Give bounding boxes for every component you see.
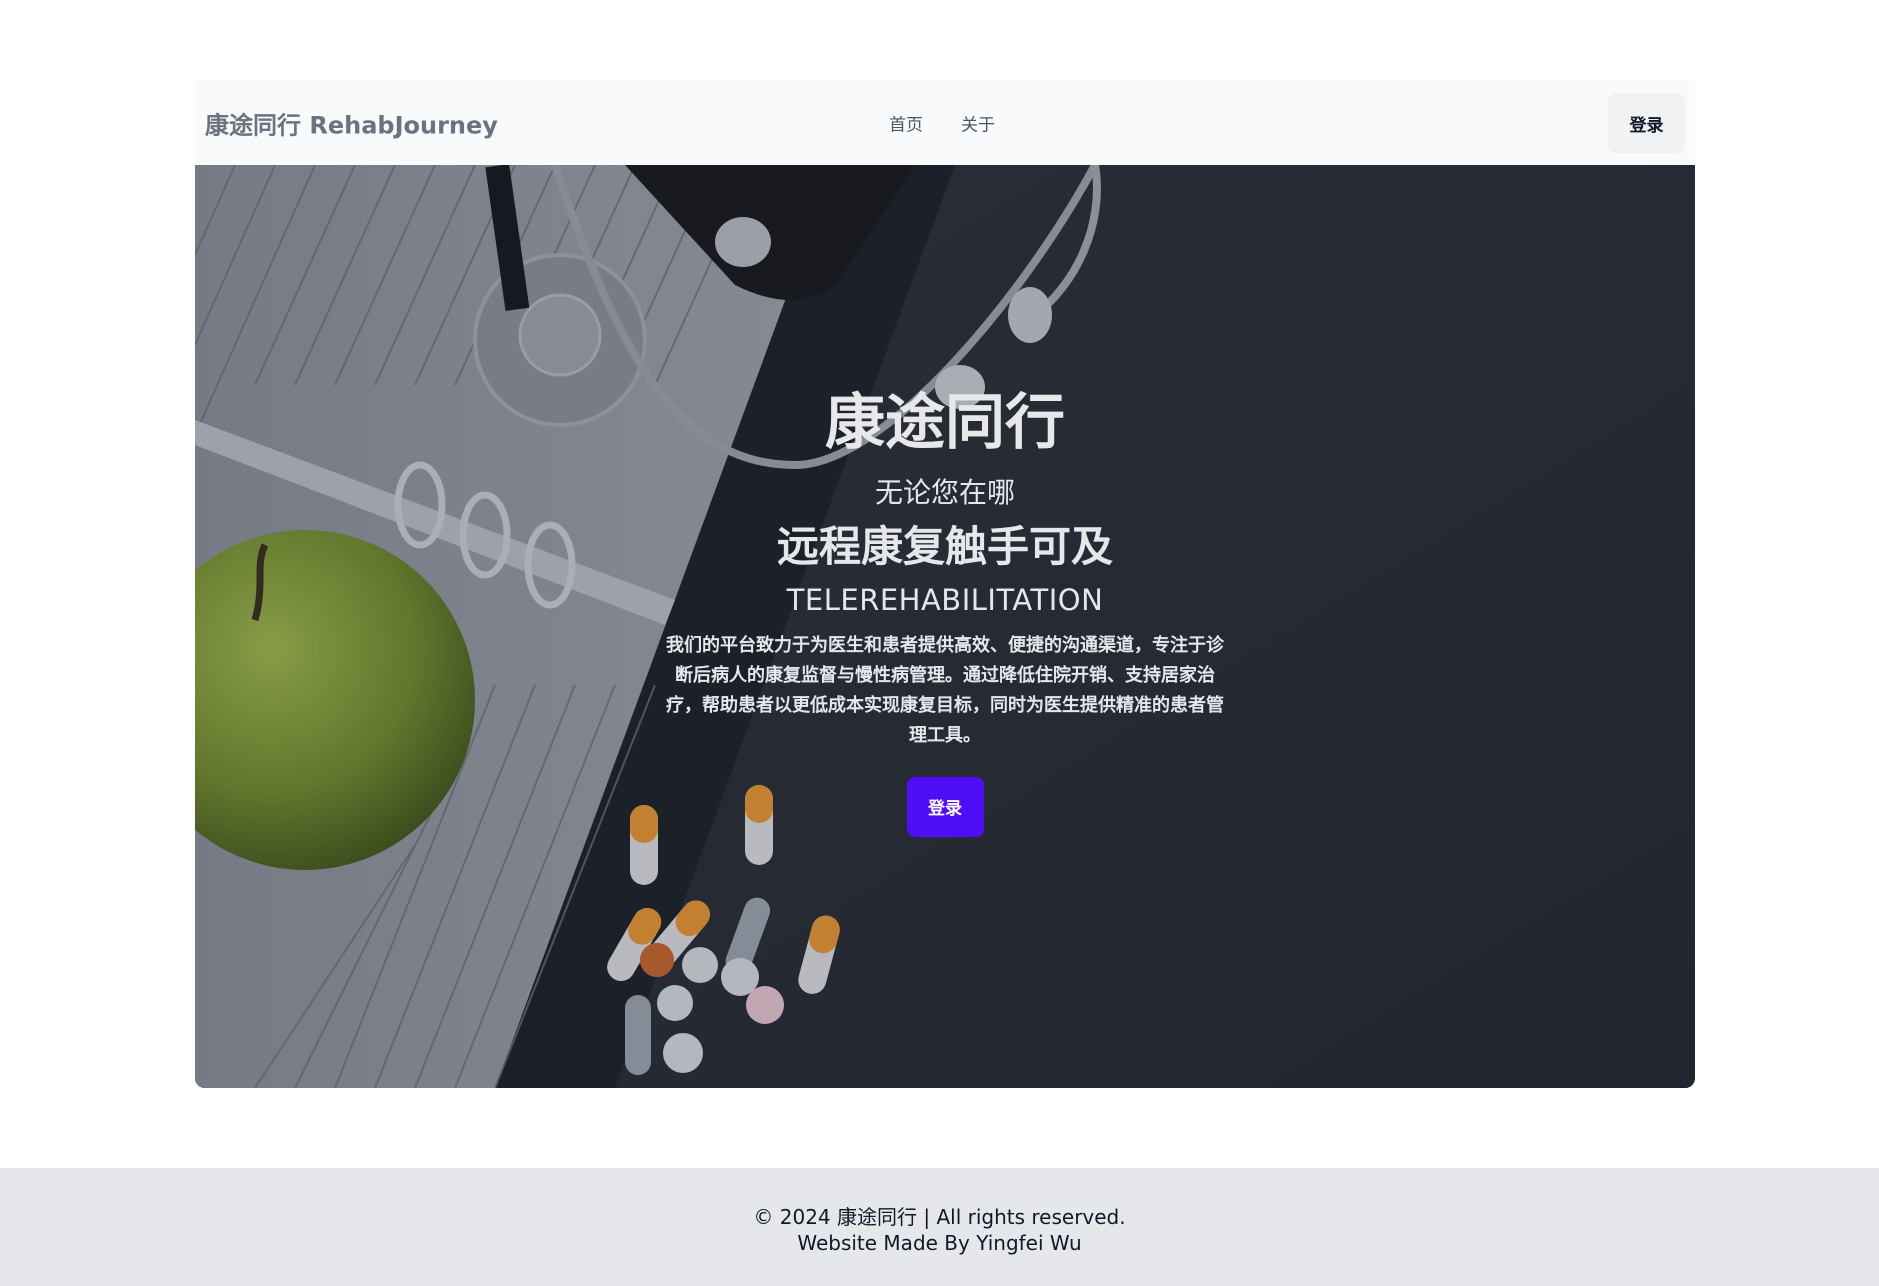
navbar-login-button[interactable]: 登录 [1608, 93, 1685, 153]
nav-link-home[interactable]: 首页 [889, 111, 923, 136]
hero-subtitle-tagline: 远程康复触手可及 [776, 521, 1113, 571]
footer-credit: Website Made By Yingfei Wu [797, 1231, 1082, 1255]
hero-subtitle-location: 无论您在哪 [874, 476, 1015, 509]
page: 康途同行 RehabJourney 首页 关于 登录 康途同行 无论您在哪 远程… [0, 0, 1879, 1286]
hero-description: 我们的平台致力于为医生和患者提供高效、便捷的沟通渠道，专注于诊断后病人的康复监督… [666, 634, 1224, 746]
navbar: 康途同行 RehabJourney 首页 关于 登录 [195, 80, 1695, 166]
nav-link-about[interactable]: 关于 [961, 111, 995, 136]
footer: © 2024 康途同行 | All rights reserved. Websi… [0, 1168, 1879, 1286]
hero-content: 康途同行 无论您在哪 远程康复触手可及 TELEREHABILITATION 我… [195, 390, 1695, 837]
footer-copyright: © 2024 康途同行 | All rights reserved. [753, 1205, 1126, 1229]
hero-title: 康途同行 [825, 388, 1065, 458]
brand-logo-text[interactable]: 康途同行 RehabJourney [205, 106, 498, 141]
nav-links: 首页 关于 [889, 111, 995, 136]
hero-subtitle-english: TELEREHABILITATION [786, 583, 1104, 618]
hero-section: 康途同行 无论您在哪 远程康复触手可及 TELEREHABILITATION 我… [195, 165, 1695, 1088]
hero-login-button[interactable]: 登录 [906, 776, 984, 837]
